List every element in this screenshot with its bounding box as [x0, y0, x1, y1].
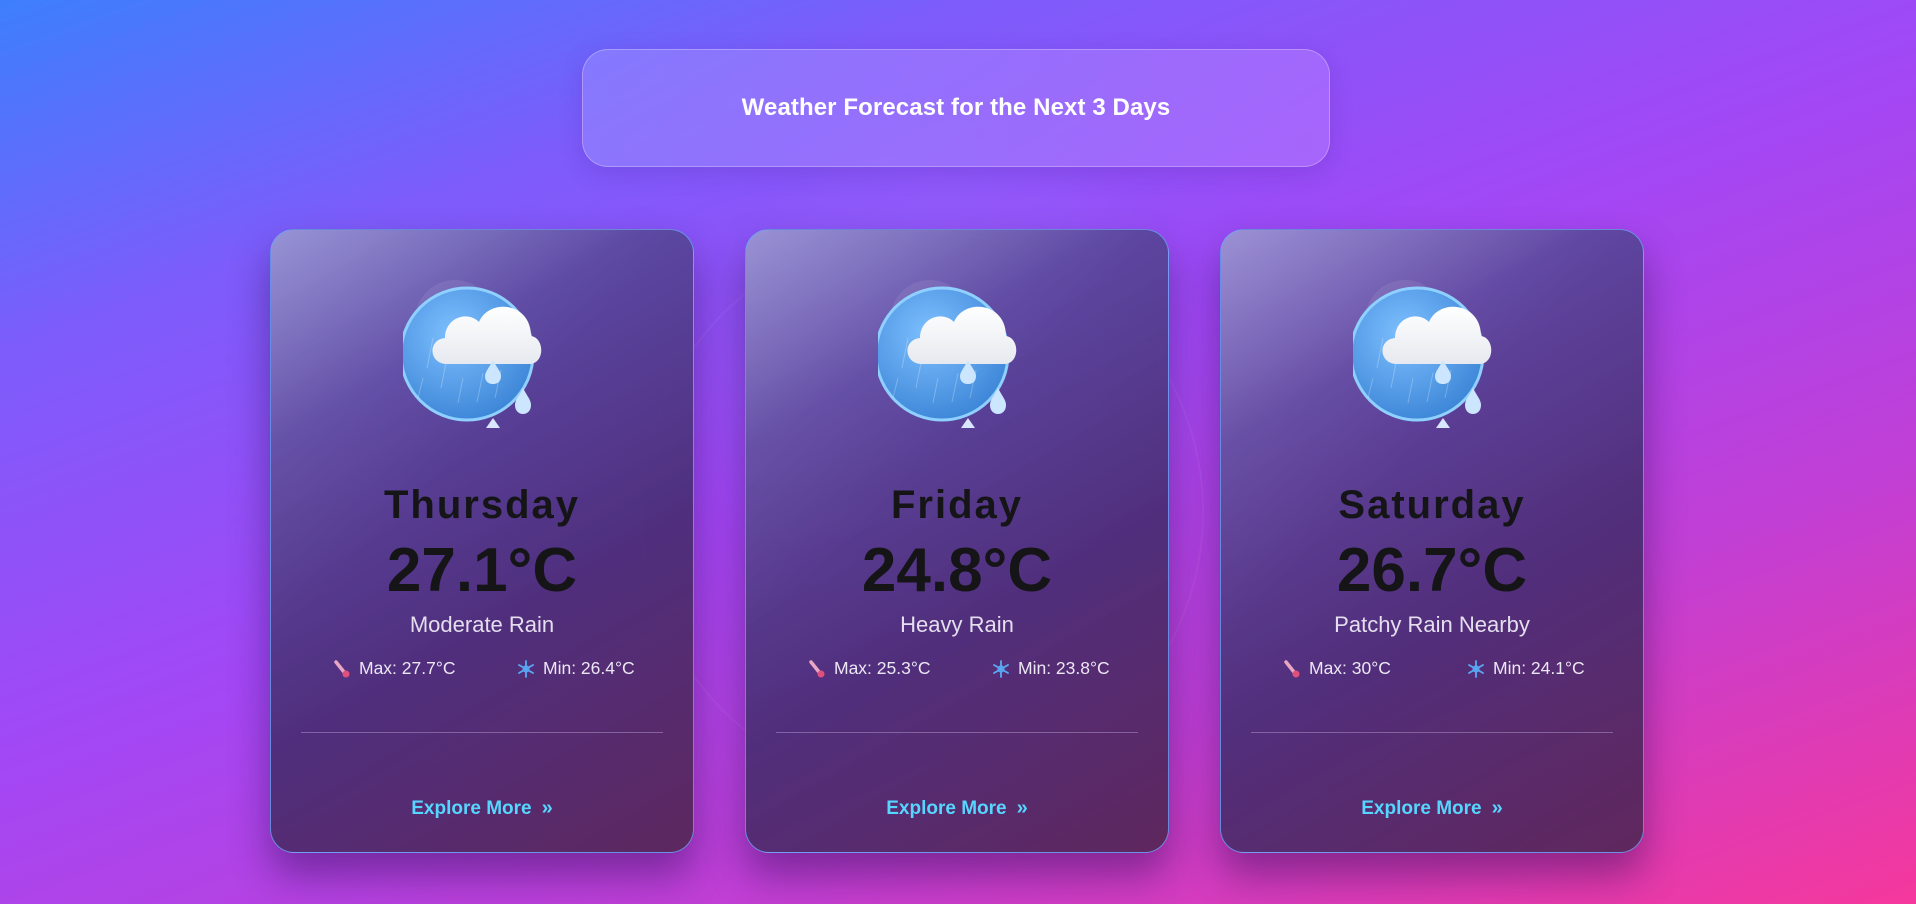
max-temp: Max: 27.7°C: [332, 658, 455, 679]
snowflake-icon: [993, 659, 1009, 678]
temperature: 26.7°C: [1336, 536, 1528, 605]
explore-more-link[interactable]: Explore More »: [1221, 797, 1643, 820]
forecast-card-saturday: Saturday 26.7°C Patchy Rain Nearby Max: …: [1220, 229, 1644, 853]
rain-cloud-icon: [874, 278, 1038, 448]
snowflake-icon: [518, 659, 534, 678]
explore-more-label: Explore More: [411, 797, 532, 819]
explore-more-label: Explore More: [886, 797, 1007, 819]
explore-more-label: Explore More: [1361, 797, 1482, 819]
temp-stats: Max: 30°C Min: 24.1°C: [1221, 658, 1643, 682]
temp-stats: Max: 27.7°C Min: 26.4°C: [271, 658, 693, 682]
header-panel: Weather Forecast for the Next 3 Days: [582, 49, 1330, 167]
explore-more-link[interactable]: Explore More »: [271, 797, 693, 820]
card-divider: [776, 732, 1138, 733]
max-temp: Max: 30°C: [1282, 658, 1391, 679]
card-divider: [1251, 732, 1613, 733]
max-temp-label: Max: 27.7°C: [359, 658, 456, 678]
day-name: Saturday: [1338, 483, 1526, 527]
snowflake-icon: [1468, 659, 1484, 678]
explore-more-link[interactable]: Explore More »: [746, 797, 1168, 820]
day-name: Thursday: [383, 483, 581, 527]
max-temp-label: Max: 25.3°C: [834, 658, 931, 678]
condition: Patchy Rain Nearby: [1334, 612, 1530, 637]
double-chevron-right-icon: »: [1491, 797, 1503, 819]
thermometer-icon: [809, 659, 825, 677]
forecast-card-thursday: Thursday 27.1°C Moderate Rain Max: 27.7°…: [270, 229, 694, 853]
double-chevron-right-icon: »: [541, 797, 553, 819]
temperature: 27.1°C: [386, 536, 578, 605]
rain-cloud-icon: [1349, 278, 1513, 448]
thermometer-icon: [1284, 659, 1300, 677]
day-name: Friday: [890, 483, 1024, 527]
double-chevron-right-icon: »: [1016, 797, 1028, 819]
max-temp-label: Max: 30°C: [1309, 658, 1391, 678]
min-temp: Min: 24.1°C: [1466, 658, 1585, 679]
condition: Moderate Rain: [409, 612, 555, 637]
card-divider: [301, 732, 663, 733]
min-temp: Min: 23.8°C: [991, 658, 1110, 679]
condition: Heavy Rain: [900, 612, 1014, 637]
temp-stats: Max: 25.3°C Min: 23.8°C: [746, 658, 1168, 682]
min-temp: Min: 26.4°C: [516, 658, 635, 679]
temperature: 24.8°C: [861, 536, 1053, 605]
min-temp-label: Min: 23.8°C: [1018, 658, 1110, 678]
page-title: Weather Forecast for the Next 3 Days: [741, 94, 1171, 121]
min-temp-label: Min: 26.4°C: [543, 658, 635, 678]
forecast-card-friday: Friday 24.8°C Heavy Rain Max: 25.3°C Min…: [745, 229, 1169, 853]
thermometer-icon: [334, 659, 350, 677]
rain-cloud-icon: [399, 278, 563, 448]
min-temp-label: Min: 24.1°C: [1493, 658, 1585, 678]
max-temp: Max: 25.3°C: [807, 658, 930, 679]
